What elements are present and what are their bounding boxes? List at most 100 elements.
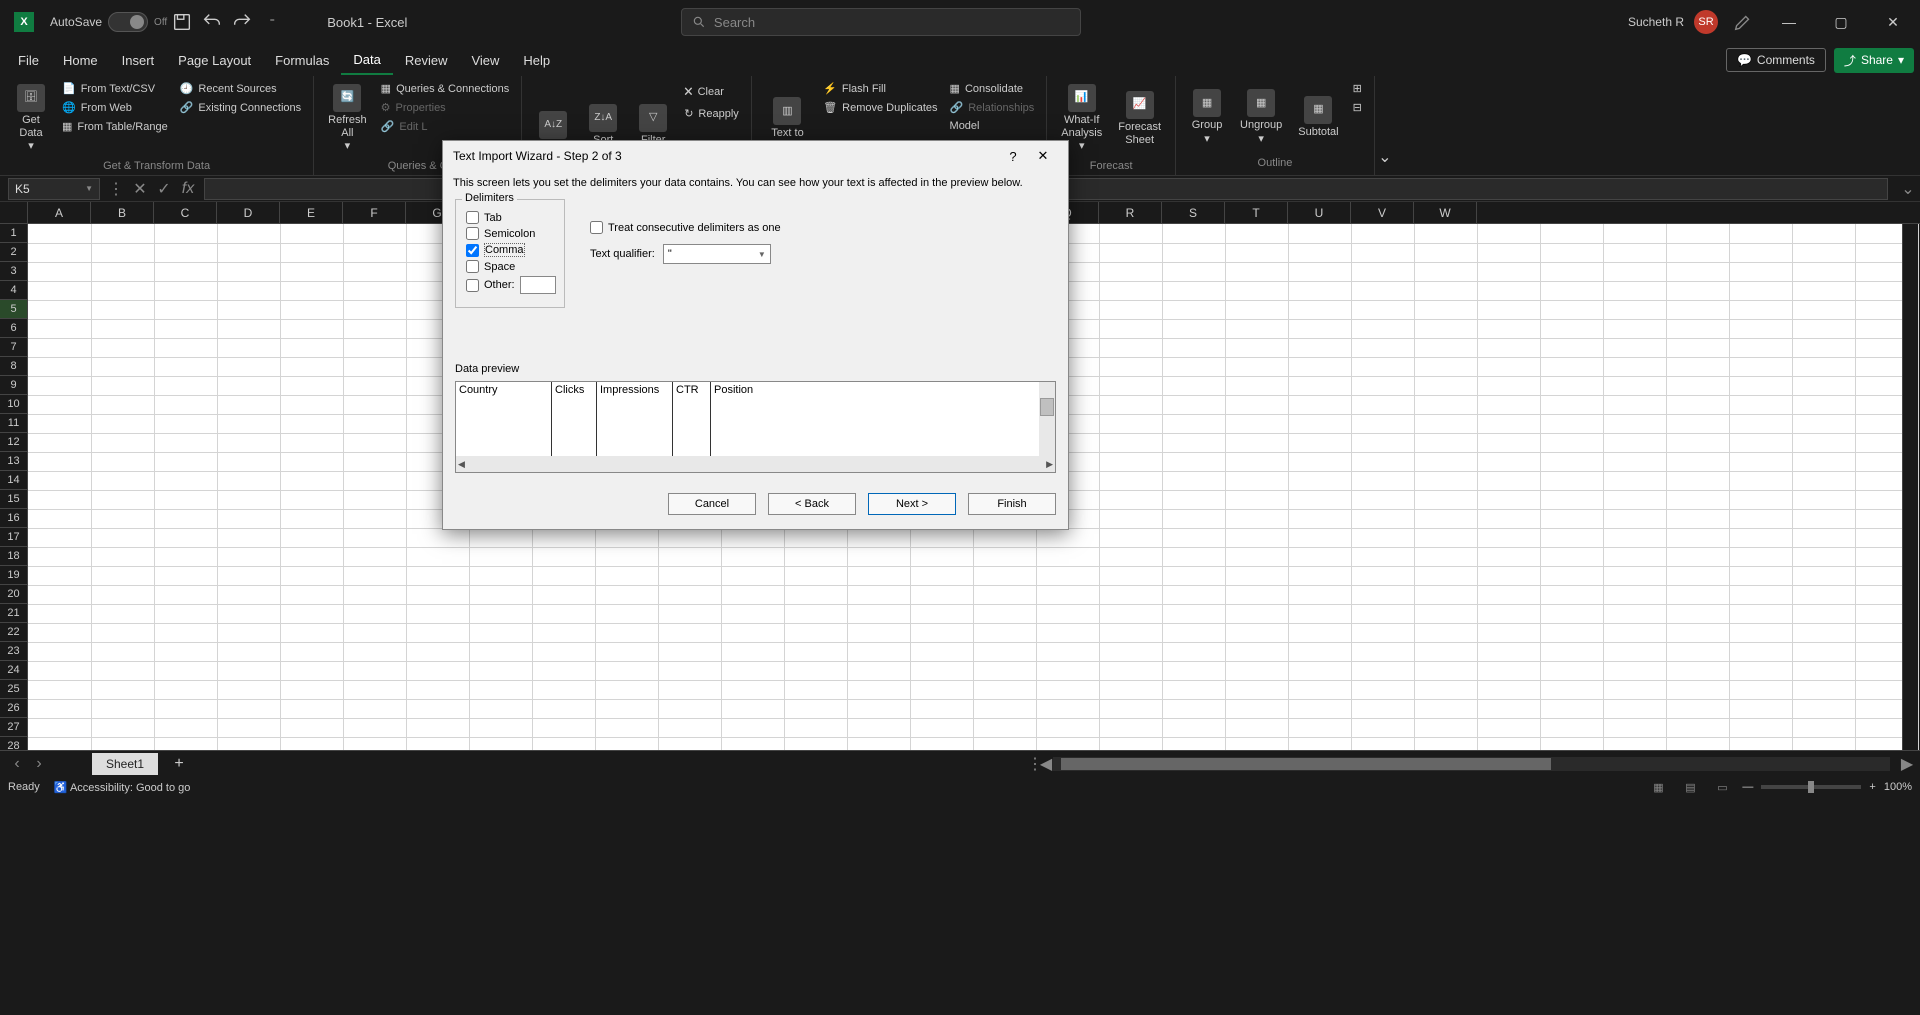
- queries-connections-button[interactable]: ▦ Queries & Connections: [377, 80, 514, 97]
- next-button[interactable]: Next >: [868, 493, 956, 515]
- show-detail-icon[interactable]: ⊞: [1349, 80, 1366, 97]
- model-button[interactable]: Model: [946, 118, 1039, 134]
- row-header[interactable]: 8: [0, 357, 27, 376]
- dialog-help-button[interactable]: ?: [998, 144, 1028, 168]
- clear-filter-button[interactable]: 🗙 Clear: [680, 80, 743, 103]
- share-button[interactable]: ⤴ Share ▾: [1834, 48, 1914, 73]
- row-header[interactable]: 26: [0, 699, 27, 718]
- maximize-button[interactable]: ▢: [1820, 6, 1862, 38]
- finish-button[interactable]: Finish: [968, 493, 1056, 515]
- hscroll-right-icon[interactable]: ▶: [1900, 754, 1914, 774]
- flash-fill-button[interactable]: ⚡ Flash Fill: [819, 80, 941, 97]
- tab-file[interactable]: File: [6, 47, 51, 74]
- ribbon-collapse-button[interactable]: ⌄: [1375, 76, 1395, 175]
- column-header[interactable]: U: [1288, 202, 1351, 223]
- zoom-out-button[interactable]: —: [1742, 781, 1753, 793]
- delimiter-semicolon-checkbox[interactable]: Semicolon: [466, 227, 554, 240]
- group-button[interactable]: ▦Group ▾: [1184, 80, 1230, 155]
- row-header[interactable]: 17: [0, 528, 27, 547]
- namebox-dropdown-icon[interactable]: ▼: [85, 184, 93, 193]
- from-table-range-button[interactable]: ▦ From Table/Range: [58, 118, 172, 135]
- expand-namebox-icon[interactable]: ⋮: [106, 179, 126, 199]
- normal-view-icon[interactable]: ▦: [1646, 778, 1670, 796]
- delimiter-comma-checkbox[interactable]: Comma: [466, 243, 554, 257]
- preview-hscroll-right-icon[interactable]: ▶: [1046, 459, 1053, 470]
- row-header[interactable]: 2: [0, 243, 27, 262]
- minimize-button[interactable]: —: [1768, 6, 1810, 38]
- cancel-formula-icon[interactable]: ✕: [130, 179, 150, 199]
- row-header[interactable]: 13: [0, 452, 27, 471]
- row-header[interactable]: 19: [0, 566, 27, 585]
- back-button[interactable]: < Back: [768, 493, 856, 515]
- row-header[interactable]: 24: [0, 661, 27, 680]
- delimiter-tab-checkbox[interactable]: Tab: [466, 211, 554, 224]
- forecast-sheet-button[interactable]: 📈Forecast Sheet: [1112, 80, 1167, 158]
- column-header[interactable]: D: [217, 202, 280, 223]
- row-header[interactable]: 15: [0, 490, 27, 509]
- text-qualifier-dropdown[interactable]: "▼: [663, 244, 771, 264]
- column-header[interactable]: R: [1099, 202, 1162, 223]
- zoom-slider[interactable]: [1761, 785, 1861, 789]
- select-all-corner[interactable]: [0, 202, 28, 223]
- consolidate-button[interactable]: ▦ Consolidate: [946, 80, 1039, 97]
- tab-help[interactable]: Help: [511, 47, 562, 74]
- qat-dropdown-icon[interactable]: ⁼: [261, 11, 283, 33]
- row-header[interactable]: 12: [0, 433, 27, 452]
- properties-button[interactable]: ⚙ Properties: [377, 99, 514, 116]
- ungroup-button[interactable]: ▦Ungroup ▾: [1234, 80, 1288, 155]
- close-window-button[interactable]: ✕: [1872, 6, 1914, 38]
- tab-data[interactable]: Data: [341, 46, 392, 75]
- sheet-options-icon[interactable]: ⋮: [1027, 754, 1039, 774]
- enter-formula-icon[interactable]: ✓: [154, 179, 174, 199]
- tab-formulas[interactable]: Formulas: [263, 47, 341, 74]
- from-web-button[interactable]: 🌐 From Web: [58, 99, 172, 116]
- cancel-button[interactable]: Cancel: [668, 493, 756, 515]
- tab-view[interactable]: View: [459, 47, 511, 74]
- sheet-nav-prev-icon[interactable]: ‹: [6, 753, 28, 775]
- edit-links-button[interactable]: 🔗 Edit L: [377, 118, 514, 135]
- tab-page-layout[interactable]: Page Layout: [166, 47, 263, 74]
- zoom-thumb[interactable]: [1808, 781, 1814, 793]
- from-text-csv-button[interactable]: 📄 From Text/CSV: [58, 80, 172, 97]
- row-header[interactable]: 16: [0, 509, 27, 528]
- preview-vscroll-thumb[interactable]: [1040, 398, 1054, 416]
- tab-insert[interactable]: Insert: [110, 47, 167, 74]
- row-header[interactable]: 18: [0, 547, 27, 566]
- search-box[interactable]: Search: [681, 8, 1081, 36]
- sheet-tab-active[interactable]: Sheet1: [92, 753, 158, 775]
- row-header[interactable]: 4: [0, 281, 27, 300]
- page-break-view-icon[interactable]: ▭: [1710, 778, 1734, 796]
- row-header[interactable]: 10: [0, 395, 27, 414]
- row-header[interactable]: 27: [0, 718, 27, 737]
- tab-home[interactable]: Home: [51, 47, 110, 74]
- name-box[interactable]: K5▼: [8, 178, 100, 200]
- row-header[interactable]: 23: [0, 642, 27, 661]
- add-sheet-button[interactable]: +: [168, 753, 190, 775]
- dialog-title-bar[interactable]: Text Import Wizard - Step 2 of 3 ? ✕: [443, 141, 1068, 171]
- row-header[interactable]: 20: [0, 585, 27, 604]
- preview-hscroll-left-icon[interactable]: ◀: [458, 459, 465, 470]
- expand-formula-bar-icon[interactable]: ⌄: [1898, 179, 1918, 199]
- row-header[interactable]: 1: [0, 224, 27, 243]
- hscroll-left-icon[interactable]: ◀: [1039, 754, 1053, 774]
- page-layout-view-icon[interactable]: ▤: [1678, 778, 1702, 796]
- existing-connections-button[interactable]: 🔗 Existing Connections: [176, 99, 305, 116]
- row-header[interactable]: 9: [0, 376, 27, 395]
- comments-button[interactable]: 💬 Comments: [1726, 48, 1826, 72]
- preview-horizontal-scrollbar[interactable]: ◀▶: [456, 456, 1055, 472]
- row-header[interactable]: 3: [0, 262, 27, 281]
- get-data-button[interactable]: 🗄Get Data ▾: [8, 80, 54, 158]
- ink-icon[interactable]: [1732, 11, 1754, 33]
- subtotal-button[interactable]: ▦Subtotal: [1292, 80, 1344, 155]
- user-avatar[interactable]: SR: [1694, 10, 1718, 34]
- dialog-close-button[interactable]: ✕: [1028, 144, 1058, 168]
- column-header[interactable]: S: [1162, 202, 1225, 223]
- row-header[interactable]: 22: [0, 623, 27, 642]
- row-header[interactable]: 7: [0, 338, 27, 357]
- tab-review[interactable]: Review: [393, 47, 460, 74]
- preview-vertical-scrollbar[interactable]: [1039, 382, 1055, 456]
- zoom-in-button[interactable]: +: [1869, 781, 1875, 793]
- column-header[interactable]: W: [1414, 202, 1477, 223]
- autosave-toggle[interactable]: [108, 12, 148, 32]
- delimiter-space-checkbox[interactable]: Space: [466, 260, 554, 273]
